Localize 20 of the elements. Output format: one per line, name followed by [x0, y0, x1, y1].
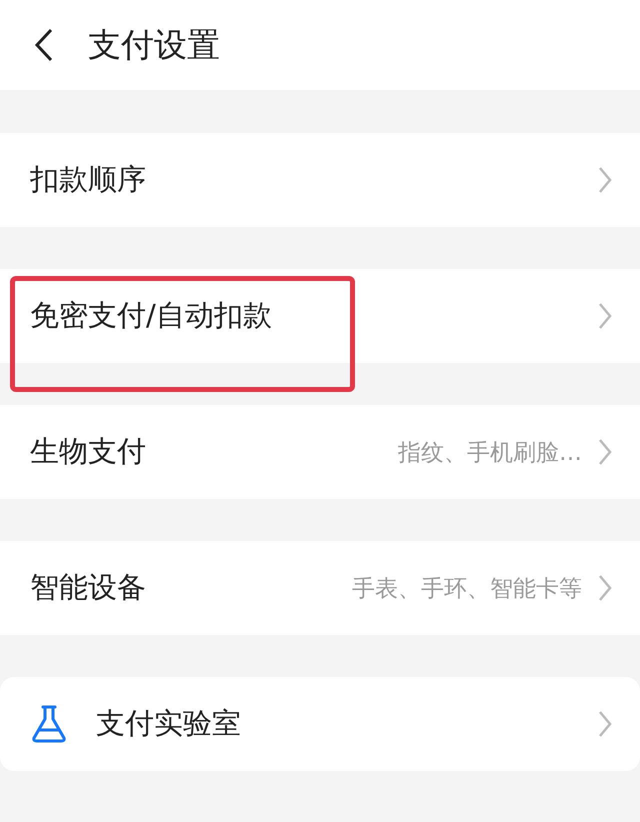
settings-row[interactable]: 支付实验室	[0, 677, 640, 771]
back-icon[interactable]	[34, 28, 54, 62]
settings-row[interactable]: 扣款顺序	[0, 133, 640, 227]
settings-row[interactable]: 生物支付 指纹、手机刷脸…	[0, 405, 640, 499]
chevron-icon	[598, 710, 612, 738]
row-label: 扣款顺序	[30, 161, 146, 198]
row-label: 生物支付	[30, 433, 146, 470]
row-label: 免密支付/自动扣款	[30, 297, 272, 334]
settings-row[interactable]: 免密支付/自动扣款	[0, 269, 640, 363]
page-title: 支付设置	[88, 24, 220, 66]
chevron-icon	[598, 438, 612, 466]
row-hint: 手表、手环、智能卡等	[352, 574, 582, 604]
chevron-icon	[598, 574, 612, 602]
flask-icon	[30, 704, 68, 744]
row-label: 支付实验室	[96, 705, 241, 742]
chevron-icon	[598, 166, 612, 194]
settings-row[interactable]: 智能设备 手表、手环、智能卡等	[0, 541, 640, 635]
chevron-icon	[598, 302, 612, 330]
row-label: 智能设备	[30, 569, 146, 606]
row-hint: 指纹、手机刷脸…	[398, 438, 582, 468]
